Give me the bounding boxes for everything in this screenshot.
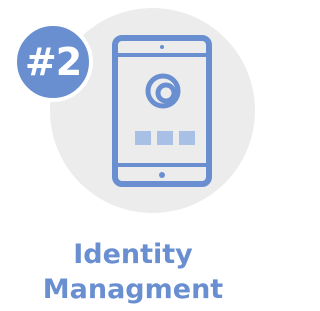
app-tile-icon [157,131,173,145]
tablet-screen-top-edge [118,53,206,57]
app-tile-icon [179,131,195,145]
app-tile-icon [135,131,151,145]
title-line-1: Identity [73,239,193,270]
tablet-camera [160,45,164,49]
tablet-home-button [159,172,165,178]
step-number-badge: #2 [13,22,93,102]
tablet-icon [112,35,212,187]
title-line-2: Managment [42,274,224,305]
tablet-screen-bottom-edge [118,163,206,167]
fingerprint-logo-icon [145,73,181,109]
app-tiles [135,131,195,145]
